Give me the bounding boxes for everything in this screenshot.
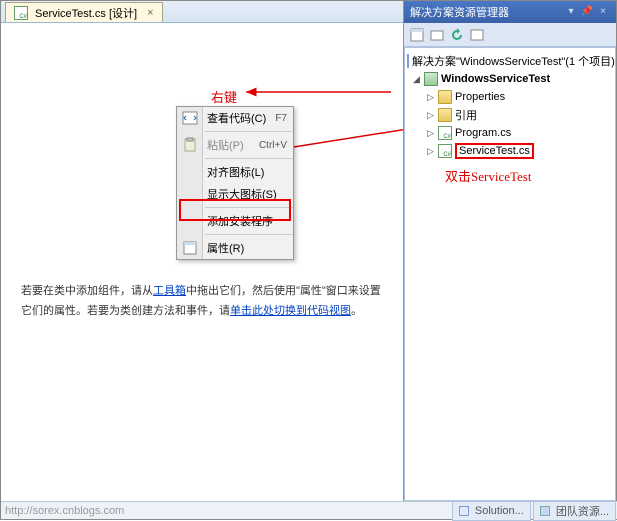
tab-team-explorer[interactable]: 团队资源... — [533, 501, 616, 521]
collapse-icon[interactable]: ◢ — [411, 74, 422, 85]
menu-align-icons[interactable]: 对齐图标(L) — [177, 161, 293, 183]
annotation-double-click: 双击ServiceTest — [445, 166, 616, 185]
properties-icon — [182, 240, 198, 256]
tab-title: ServiceTest.cs [设计] — [35, 5, 137, 21]
node-label: Program.cs — [455, 127, 511, 139]
menu-shortcut: F7 — [275, 113, 287, 124]
panel-title-bar[interactable]: 解决方案资源管理器 ▾ 📌 × — [404, 1, 616, 23]
tree-solution-node[interactable]: 解决方案"WindowsServiceTest"(1 个项目) — [407, 52, 613, 70]
paste-icon — [182, 137, 198, 153]
toolbox-link[interactable]: 工具箱 — [153, 285, 186, 297]
help-text-part: 若要在类中添加组件，请从 — [21, 285, 153, 297]
code-view-link[interactable]: 单击此处切换到代码视图 — [230, 305, 351, 317]
menu-label: 粘贴(P) — [207, 137, 244, 153]
code-icon — [182, 110, 198, 126]
menu-separator — [205, 158, 293, 159]
tree-references-node[interactable]: ▷ 引用 — [407, 106, 613, 124]
tree-servicetest-node[interactable]: ▷ ServiceTest.cs — [407, 142, 613, 160]
menu-label: 查看代码(C) — [207, 110, 266, 126]
close-icon[interactable]: × — [596, 6, 610, 18]
menu-label: 对齐图标(L) — [207, 164, 264, 180]
properties-icon[interactable] — [408, 26, 426, 44]
node-label: Properties — [455, 91, 505, 103]
help-text-part: 。 — [351, 305, 362, 317]
refresh-icon[interactable] — [448, 26, 466, 44]
document-tab-bar: ServiceTest.cs [设计] × — [1, 1, 403, 23]
node-label: 引用 — [455, 107, 477, 123]
team-icon — [540, 506, 550, 516]
component-designer-surface[interactable] — [1, 23, 403, 501]
view-code-icon[interactable] — [468, 26, 486, 44]
watermark-url: http://sorex.cnblogs.com — [1, 505, 124, 517]
menu-view-code[interactable]: 查看代码(C) F7 — [177, 107, 293, 129]
tree-properties-node[interactable]: ▷ Properties — [407, 88, 613, 106]
panel-title: 解决方案资源管理器 — [410, 4, 509, 20]
context-menu: 查看代码(C) F7 粘贴(P) Ctrl+V 对齐图标(L) 显示大图标(S)… — [176, 106, 294, 260]
menu-label: 属性(R) — [207, 240, 244, 256]
node-label: WindowsServiceTest — [441, 73, 550, 85]
menu-paste[interactable]: 粘贴(P) Ctrl+V — [177, 134, 293, 156]
highlight-add-installer — [179, 199, 291, 221]
expand-icon[interactable]: ▷ — [425, 92, 436, 103]
tree-program-node[interactable]: ▷ Program.cs — [407, 124, 613, 142]
status-bar: http://sorex.cnblogs.com Solution... 团队资… — [1, 501, 617, 519]
csharp-icon — [438, 126, 452, 140]
tool-window-tabs: Solution... 团队资源... — [452, 501, 617, 521]
expand-icon[interactable]: ▷ — [425, 128, 436, 139]
solution-tree[interactable]: 解决方案"WindowsServiceTest"(1 个项目) ◢ Window… — [404, 47, 616, 501]
menu-separator — [205, 234, 293, 235]
menu-properties[interactable]: 属性(R) — [177, 237, 293, 259]
csharp-icon — [14, 6, 28, 20]
solution-icon — [407, 54, 409, 68]
menu-separator — [205, 131, 293, 132]
tab-solution-explorer[interactable]: Solution... — [452, 501, 531, 521]
annotation-right-click: 右键 — [211, 87, 237, 106]
csproj-icon — [424, 72, 438, 86]
dropdown-icon[interactable]: ▾ — [564, 6, 578, 18]
menu-shortcut: Ctrl+V — [259, 140, 287, 151]
csharp-icon — [438, 144, 452, 158]
tab-label: 团队资源... — [556, 503, 609, 519]
folder-icon — [438, 90, 452, 104]
tab-label: Solution... — [475, 505, 524, 517]
pin-icon[interactable]: 📌 — [580, 6, 594, 18]
solution-explorer-panel: 解决方案资源管理器 ▾ 📌 × 解决方案"WindowsServiceTest"… — [403, 1, 616, 501]
show-all-icon[interactable] — [428, 26, 446, 44]
expand-icon[interactable]: ▷ — [425, 110, 436, 121]
solution-toolbar — [404, 23, 616, 47]
node-label: 解决方案"WindowsServiceTest"(1 个项目) — [412, 53, 615, 69]
references-icon — [438, 108, 452, 122]
tree-project-node[interactable]: ◢ WindowsServiceTest — [407, 70, 613, 88]
document-tab[interactable]: ServiceTest.cs [设计] × — [5, 2, 163, 22]
expand-icon[interactable]: ▷ — [425, 146, 436, 157]
designer-help-text: 若要在类中添加组件，请从工具箱中拖出它们，然后使用"属性"窗口来设置它们的属性。… — [21, 281, 381, 320]
solution-icon — [459, 506, 469, 516]
node-label: ServiceTest.cs — [455, 143, 534, 159]
close-icon[interactable]: × — [147, 7, 153, 19]
